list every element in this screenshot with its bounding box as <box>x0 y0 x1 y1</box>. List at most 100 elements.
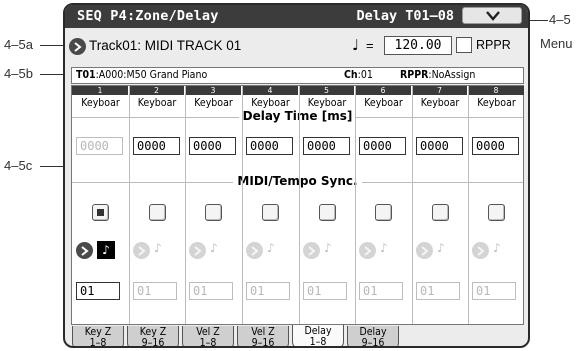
track-popup-button[interactable] <box>69 38 86 55</box>
keyboard-label: Keyboar <box>251 97 290 109</box>
note-popup-button[interactable] <box>246 242 263 259</box>
tab-sublabel: 9–16 <box>361 336 385 348</box>
info-rppr: RPPR:NoAssign <box>400 68 475 83</box>
note-value[interactable]: ♪ <box>437 241 445 255</box>
column-number: 5 <box>299 86 354 95</box>
delay-time-field[interactable]: 0000 <box>472 137 519 155</box>
column-number: 1 <box>72 86 128 95</box>
delay-time-field[interactable]: 0000 <box>303 137 350 155</box>
menu-button[interactable] <box>462 7 522 24</box>
tab-sublabel: 1–8 <box>89 336 107 348</box>
delay-time-field[interactable]: 0000 <box>359 137 406 155</box>
note-popup-button[interactable] <box>76 242 93 259</box>
lcd-screen: SEQ P4:Zone/Delay Delay T01–08 Track01: … <box>63 3 530 348</box>
sync-track-field[interactable]: 01 <box>189 282 233 300</box>
callout-menu-ref: 4–5 <box>549 12 571 27</box>
sync-track-field[interactable]: 01 <box>76 282 120 300</box>
sync-track-field[interactable]: 01 <box>359 282 403 300</box>
tab-5[interactable]: Delay 1–8 <box>292 325 344 348</box>
note-value[interactable]: ♪ <box>210 241 218 255</box>
note-popup-button[interactable] <box>189 242 206 259</box>
chevron-right-icon <box>421 246 429 256</box>
sync-title-text: MIDI/Tempo Sync. <box>233 174 362 188</box>
sync-checkbox[interactable] <box>375 204 392 221</box>
tab-3[interactable]: Vel Z 1–8 <box>182 326 234 346</box>
sync-checkbox[interactable] <box>432 204 449 221</box>
sync-track-field[interactable]: 01 <box>416 282 460 300</box>
delay-time-field[interactable]: 0000 <box>76 137 123 155</box>
delay-time-title-text: Delay Time [ms] <box>238 109 357 123</box>
track-select[interactable]: Track01: MIDI TRACK 01 <box>89 38 241 53</box>
sync-checkbox[interactable] <box>205 204 222 221</box>
sync-checkbox[interactable] <box>488 204 505 221</box>
sync-track-field[interactable]: 01 <box>246 282 290 300</box>
callout-menu-word: Menu <box>540 36 573 51</box>
callout-track-ref: 4–5a <box>4 37 33 52</box>
delay-time-field[interactable]: 0000 <box>189 137 236 155</box>
tab-sublabel: 1–8 <box>309 335 327 348</box>
callout-grid-ref: 4–5c <box>4 158 33 173</box>
tab-6[interactable]: Delay 9–16 <box>347 326 399 348</box>
note-popup-button[interactable] <box>416 242 433 259</box>
note-popup-button[interactable] <box>472 242 489 259</box>
delay-time-field[interactable]: 0000 <box>133 137 180 155</box>
callout-menu-leader <box>528 20 548 21</box>
chevron-right-icon <box>194 246 202 256</box>
note-value[interactable]: ♪ <box>154 241 162 255</box>
column-number: 2 <box>129 86 184 95</box>
quarter-note-icon: ♩ <box>352 36 360 54</box>
rppr-checkbox[interactable] <box>456 37 472 53</box>
sync-checkbox[interactable] <box>92 204 109 221</box>
info-rppr-value: :NoAssign <box>428 69 476 81</box>
track-info-bar: T01:A000:M50 Grand Piano Ch:01 RPPR:NoAs… <box>71 67 524 84</box>
note-popup-button[interactable] <box>303 242 320 259</box>
chevron-right-icon <box>81 246 89 256</box>
chevron-down-icon <box>486 11 500 21</box>
tempo-field[interactable]: 120.00 <box>384 36 452 55</box>
info-rppr-label: RPPR <box>400 69 429 81</box>
sync-track-field[interactable]: 01 <box>303 282 347 300</box>
sync-checkbox[interactable] <box>262 204 279 221</box>
column-number: 6 <box>355 86 411 95</box>
column-number: 4 <box>242 86 298 95</box>
note-value[interactable]: ♪ <box>493 241 501 255</box>
keyboard-label: Keyboar <box>194 97 233 109</box>
chevron-right-icon <box>364 246 372 256</box>
keyboard-label: Keyboar <box>81 97 120 109</box>
tempo-equals: = <box>366 38 374 53</box>
delay-time-field[interactable]: 0000 <box>416 137 463 155</box>
note-value[interactable]: ♪ <box>380 241 388 255</box>
column-divider <box>412 86 413 324</box>
keyboard-label: Keyboar <box>420 97 460 109</box>
keyboard-label: Keyboar <box>364 97 403 109</box>
chevron-right-icon <box>308 246 316 256</box>
info-ch-value: :01 <box>357 69 373 81</box>
sync-track-field[interactable]: 01 <box>472 282 516 300</box>
column-divider <box>468 86 469 324</box>
page-title: SEQ P4:Zone/Delay <box>77 8 219 24</box>
chevron-right-icon <box>477 246 485 256</box>
sync-track-field[interactable]: 01 <box>133 282 177 300</box>
note-value[interactable]: ♪ <box>267 241 275 255</box>
tab-sublabel: 9–16 <box>251 336 275 348</box>
column-divider <box>185 86 186 324</box>
tab-4[interactable]: Vel Z 9–16 <box>237 326 289 348</box>
title-bar: SEQ P4:Zone/Delay Delay T01–08 <box>65 5 528 28</box>
column-divider <box>299 86 300 324</box>
sync-checkbox[interactable] <box>319 204 336 221</box>
column-number: 7 <box>412 86 467 95</box>
note-popup-button[interactable] <box>133 242 150 259</box>
note-value[interactable]: ♪ <box>324 241 332 255</box>
tab-1[interactable]: Key Z 1–8 <box>72 326 124 348</box>
sync-checkbox[interactable] <box>149 204 166 221</box>
delay-time-field[interactable]: 0000 <box>246 137 293 155</box>
tab-2[interactable]: Key Z 9–16 <box>127 326 179 346</box>
note-popup-button[interactable] <box>359 242 376 259</box>
rppr-label: RPPR <box>476 38 511 52</box>
info-program: :A000:M50 Grand Piano <box>95 69 208 81</box>
column-divider <box>242 86 243 324</box>
column-number: 3 <box>185 86 241 95</box>
info-channel: Ch:01 <box>344 68 373 83</box>
keyboard-label: Keyboar <box>477 97 516 109</box>
note-value[interactable]: ♪ <box>97 241 115 259</box>
